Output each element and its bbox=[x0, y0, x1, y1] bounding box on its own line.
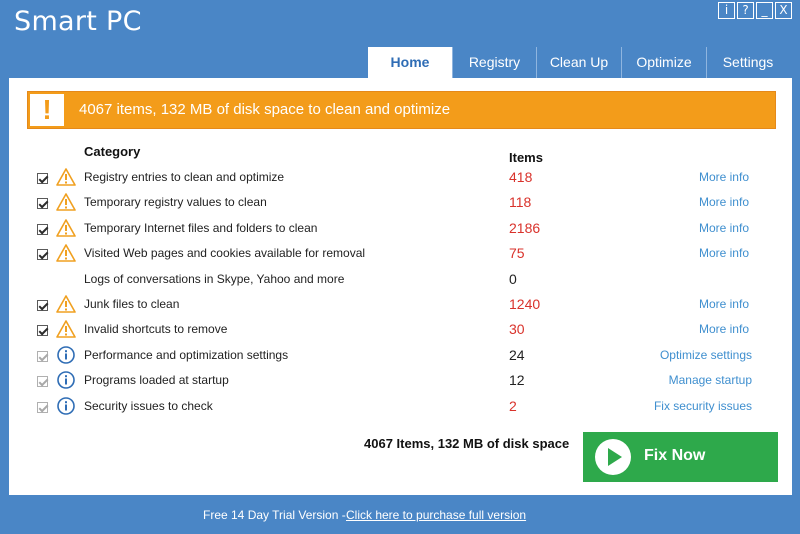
row-checkbox bbox=[37, 350, 48, 362]
warning-icon bbox=[56, 168, 76, 186]
info-icon bbox=[57, 396, 75, 415]
row-count: 30 bbox=[509, 321, 525, 338]
row-label: Visited Web pages and cookies available … bbox=[84, 246, 366, 261]
row-link[interactable]: Manage startup bbox=[669, 373, 752, 387]
minimize-button[interactable]: _ bbox=[756, 2, 773, 19]
row-count: 12 bbox=[509, 372, 525, 389]
row-label: Performance and optimization settings bbox=[84, 347, 289, 362]
purchase-link[interactable]: Click here to purchase full version bbox=[346, 508, 526, 522]
summary-text: 4067 Items, 132 MB of disk space bbox=[364, 436, 570, 451]
row-count: 1240 bbox=[509, 296, 541, 312]
warning-icon bbox=[56, 193, 76, 212]
row-count: 24 bbox=[509, 346, 525, 363]
main-tabs: Home Registry Clean Up Optimize Settings bbox=[368, 47, 789, 78]
fix-now-button[interactable]: Fix Now bbox=[583, 432, 778, 482]
help-button[interactable]: ? bbox=[737, 2, 754, 19]
trial-text: Free 14 Day Trial Version - bbox=[203, 508, 346, 522]
warning-icon bbox=[56, 320, 76, 339]
row-checkbox[interactable] bbox=[37, 249, 48, 261]
row-link[interactable]: Optimize settings bbox=[660, 348, 752, 362]
category-row: Registry entries to clean and optimize 41… bbox=[9, 167, 792, 192]
row-label: Registry entries to clean and optimize bbox=[84, 170, 285, 184]
category-row: Programs loaded at startup 12 Manage start… bbox=[9, 370, 792, 395]
row-checkbox bbox=[37, 401, 48, 413]
row-count: 118 bbox=[509, 194, 532, 211]
category-row: Security issues to check 2 Fix security is… bbox=[9, 396, 792, 421]
fix-now-label: Fix Now bbox=[644, 447, 706, 464]
category-row: Temporary registry values to clean 118 Mor… bbox=[9, 192, 792, 217]
row-count: 418 bbox=[509, 169, 533, 185]
row-label: Programs loaded at startup bbox=[84, 373, 229, 388]
row-checkbox[interactable] bbox=[37, 173, 48, 184]
row-link[interactable]: More info bbox=[699, 221, 749, 235]
row-count: 2 bbox=[509, 397, 517, 414]
category-row: Logs of conversations in Skype, Yahoo an… bbox=[9, 269, 792, 294]
row-count: 0 bbox=[509, 270, 517, 287]
row-link[interactable]: More info bbox=[699, 322, 749, 336]
banner-text: 4067 items, 132 MB of disk space to clea… bbox=[79, 101, 451, 118]
row-link[interactable]: More info bbox=[699, 297, 749, 311]
row-count: 75 bbox=[509, 245, 525, 262]
header-items: Items bbox=[509, 150, 543, 165]
category-row: Visited Web pages and cookies available … bbox=[9, 243, 792, 268]
info-icon bbox=[57, 371, 75, 389]
row-link[interactable]: More info bbox=[699, 170, 749, 184]
play-icon bbox=[595, 439, 631, 475]
row-link[interactable]: More info bbox=[699, 246, 749, 260]
row-label: Junk files to clean bbox=[84, 297, 180, 311]
home-panel: ! 4067 items, 132 MB of disk space to cl… bbox=[9, 78, 792, 495]
row-label: Temporary Internet files and folders to … bbox=[84, 220, 318, 235]
warning-icon bbox=[56, 295, 76, 313]
tab-registry[interactable]: Registry bbox=[452, 47, 536, 78]
row-checkbox bbox=[37, 376, 48, 388]
category-row: Performance and optimization settings 24 O… bbox=[9, 345, 792, 370]
info-icon bbox=[57, 345, 75, 364]
row-checkbox[interactable] bbox=[37, 300, 48, 311]
warning-icon bbox=[56, 244, 76, 262]
row-checkbox[interactable] bbox=[37, 198, 48, 210]
category-row: Junk files to clean 1240 More info bbox=[9, 294, 792, 319]
row-label: Logs of conversations in Skype, Yahoo an… bbox=[84, 271, 345, 286]
row-link[interactable]: Fix security issues bbox=[654, 399, 752, 413]
tab-settings[interactable]: Settings bbox=[706, 47, 789, 78]
row-checkbox[interactable] bbox=[37, 223, 48, 235]
category-row: Invalid shortcuts to remove 30 More info bbox=[9, 319, 792, 344]
close-button[interactable]: X bbox=[775, 2, 792, 19]
help-info-button[interactable]: i bbox=[718, 2, 735, 19]
row-count: 2186 bbox=[509, 219, 541, 236]
status-banner: ! 4067 items, 132 MB of disk space to cl… bbox=[27, 91, 776, 129]
tab-clean-up[interactable]: Clean Up bbox=[536, 47, 621, 78]
header-category: Category bbox=[84, 144, 141, 159]
row-label: Invalid shortcuts to remove bbox=[84, 322, 228, 337]
category-row: Temporary Internet files and folders to … bbox=[9, 218, 792, 243]
row-label: Security issues to check bbox=[84, 398, 213, 413]
warning-icon bbox=[56, 218, 76, 237]
tab-home[interactable]: Home bbox=[368, 47, 452, 78]
app-title: Smart PC bbox=[14, 6, 142, 37]
row-link[interactable]: More info bbox=[699, 195, 749, 209]
row-checkbox[interactable] bbox=[37, 325, 48, 337]
row-label: Temporary registry values to clean bbox=[84, 195, 267, 210]
alert-icon: ! bbox=[28, 92, 66, 128]
window-controls: i ? _ X bbox=[718, 2, 792, 19]
tab-optimize[interactable]: Optimize bbox=[621, 47, 706, 78]
